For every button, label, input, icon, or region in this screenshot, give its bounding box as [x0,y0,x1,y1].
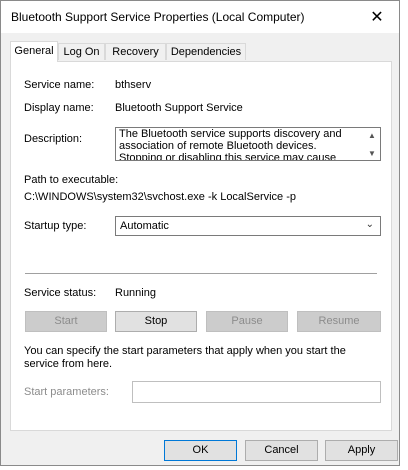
background-window-edge [400,0,408,470]
close-icon[interactable]: ✕ [355,1,399,33]
title-bar: Bluetooth Support Service Properties (Lo… [1,1,399,33]
service-name-value: bthserv [115,79,152,91]
properties-dialog: Bluetooth Support Service Properties (Lo… [0,0,400,466]
start-params-note: You can specify the start parameters tha… [24,345,346,370]
tab-recovery[interactable]: Recovery [105,43,166,60]
window-title: Bluetooth Support Service Properties (Lo… [11,10,305,24]
cancel-button[interactable]: Cancel [245,440,318,461]
service-status-value: Running [115,287,156,299]
startup-type-label: Startup type: [24,220,87,232]
ok-button[interactable]: OK [164,440,237,461]
start-button[interactable]: Start [25,311,107,332]
general-tab-panel: Service name: bthserv Display name: Blue… [10,61,392,431]
pause-button[interactable]: Pause [206,311,288,332]
description-text: The Bluetooth service supports discovery… [119,128,342,161]
service-name-label: Service name: [24,79,95,91]
description-textbox[interactable]: The Bluetooth service supports discovery… [115,127,381,161]
display-name-value: Bluetooth Support Service [115,102,243,114]
chevron-down-icon: ⌄ [365,219,374,230]
separator [25,273,377,274]
stop-button[interactable]: Stop [115,311,197,332]
start-params-label: Start parameters: [24,386,109,398]
scroll-up-icon[interactable]: ▲ [368,131,376,140]
path-value: C:\WINDOWS\system32\svchost.exe -k Local… [24,191,297,203]
resume-button[interactable]: Resume [297,311,381,332]
start-params-input[interactable] [132,381,381,403]
apply-button[interactable]: Apply [325,440,398,461]
description-label: Description: [24,133,83,145]
tab-dependencies[interactable]: Dependencies [166,43,246,60]
scroll-down-icon[interactable]: ▼ [368,149,376,158]
path-label: Path to executable: [24,174,119,186]
service-status-label: Service status: [24,287,97,299]
startup-type-value: Automatic [120,220,169,232]
tab-log-on[interactable]: Log On [58,43,105,60]
tab-general[interactable]: General [10,41,58,62]
description-scrollbar[interactable]: ▲ ▼ [365,128,380,160]
display-name-label: Display name: [24,102,94,114]
startup-type-select[interactable]: Automatic ⌄ [115,216,381,236]
